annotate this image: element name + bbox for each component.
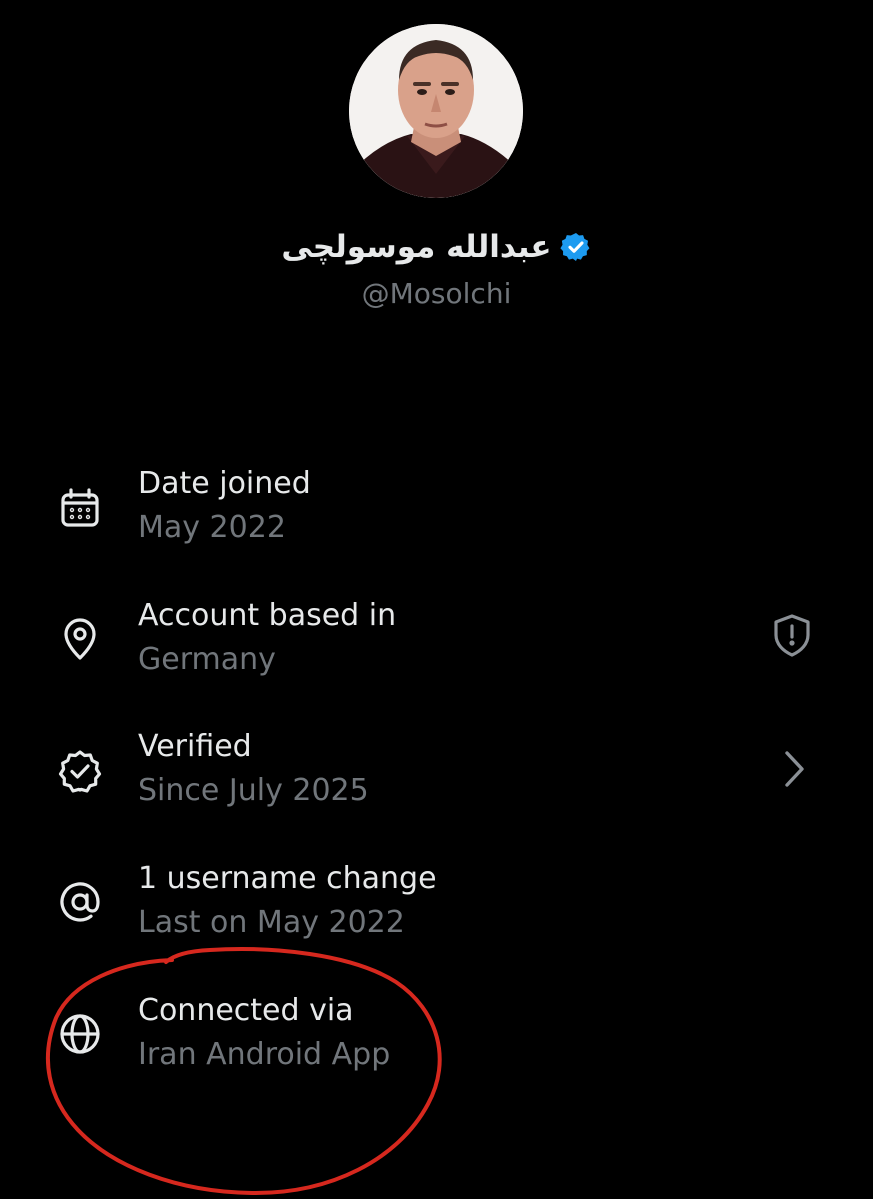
row-date-joined: Date joined May 2022 [0, 465, 873, 575]
row-verified[interactable]: Verified Since July 2025 [0, 728, 873, 838]
row-title: Account based in [138, 598, 397, 633]
row-username-change: 1 username change Last on May 2022 [0, 860, 873, 970]
verified-badge-icon[interactable] [559, 231, 592, 263]
row-title: Verified [138, 729, 252, 764]
display-name: عبدالله موسولچی [281, 229, 552, 265]
chevron-right-icon[interactable] [770, 745, 818, 793]
at-sign-icon [56, 878, 104, 926]
shield-alert-icon[interactable] [768, 611, 816, 659]
handle: @Mosolchi [361, 277, 512, 310]
row-title: 1 username change [138, 861, 437, 896]
name-row: عبدالله موسولچی [0, 222, 873, 272]
row-subtitle: May 2022 [138, 510, 286, 545]
profile-about-screen: عبدالله موسولچی @Mosolchi Date joined Ma… [0, 0, 873, 1199]
row-title: Date joined [138, 466, 311, 501]
avatar[interactable] [349, 24, 523, 198]
verified-badge-icon [56, 747, 104, 795]
row-connected-via: Connected via Iran Android App [0, 992, 873, 1102]
row-account-based-in: Account based in Germany [0, 597, 873, 707]
row-subtitle: Germany [138, 642, 276, 677]
location-pin-icon [56, 615, 104, 663]
globe-icon [56, 1010, 104, 1058]
calendar-icon [56, 485, 104, 533]
row-title: Connected via [138, 993, 354, 1028]
row-subtitle: Since July 2025 [138, 773, 369, 808]
row-subtitle: Last on May 2022 [138, 905, 405, 940]
row-subtitle: Iran Android App [138, 1037, 391, 1072]
